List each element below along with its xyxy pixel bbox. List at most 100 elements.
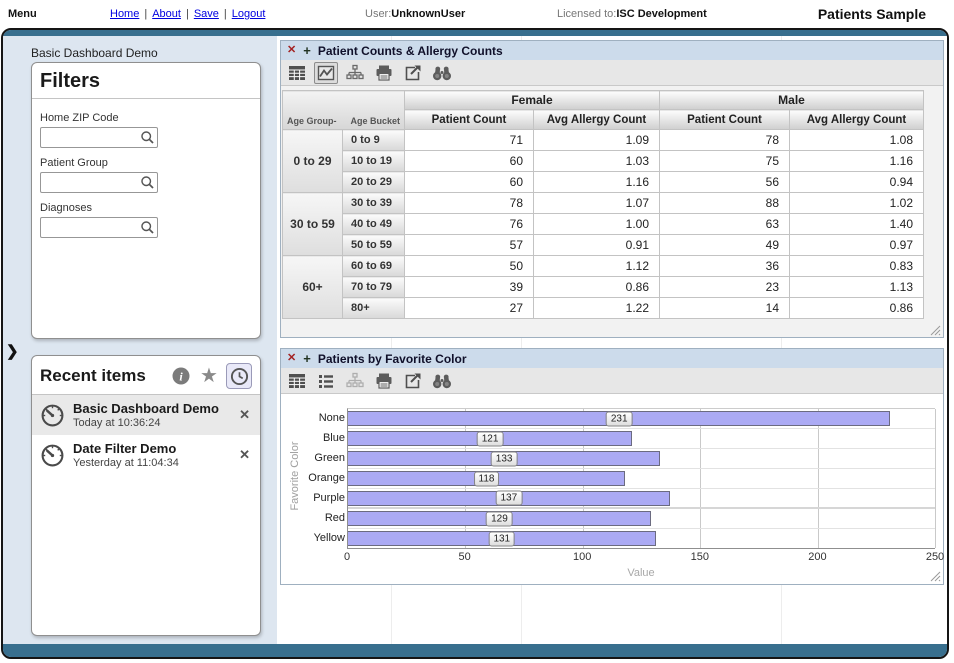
clock-icon[interactable] (226, 363, 252, 389)
value-cell: 23 (660, 277, 790, 298)
hierarchy-icon[interactable] (343, 370, 367, 392)
value-cell: 78 (660, 130, 790, 151)
value-cell: 75 (660, 151, 790, 172)
x-tick-label: 100 (573, 551, 591, 563)
search-icon[interactable] (139, 219, 156, 236)
license-value: ISC Development (616, 8, 706, 20)
widget-toolbar (281, 60, 943, 86)
x-tick-label: 50 (458, 551, 470, 563)
age-bucket-cell: 70 to 79 (343, 277, 405, 298)
value-cell: 36 (660, 256, 790, 277)
age-group-header: Age Group- (287, 116, 337, 126)
gauge-icon (40, 443, 65, 468)
table-row: 80+271.22140.86 (283, 298, 924, 319)
widget-patients-by-color: ✕ + Patients by Favorite Color Favorite … (280, 348, 944, 585)
age-bucket-cell: 10 to 19 (343, 151, 405, 172)
chart-row: 121 (348, 429, 935, 449)
recent-item-time: Yesterday at 11:04:34 (73, 457, 229, 469)
chart-row: 131 (348, 529, 935, 549)
widget-title: Patients by Favorite Color (318, 352, 467, 366)
age-bucket-cell: 50 to 59 (343, 235, 405, 256)
widget-header: ✕ + Patient Counts & Allergy Counts (281, 41, 943, 60)
sidebar: Basic Dashboard Demo Filters Home ZIP Co… (3, 36, 277, 644)
close-icon[interactable]: ✕ (287, 353, 296, 364)
chart-row: 118 (348, 469, 935, 489)
category-label: Blue (295, 428, 345, 448)
hierarchy-icon[interactable] (343, 62, 367, 84)
printer-icon[interactable] (372, 370, 396, 392)
about-link[interactable]: About (152, 8, 181, 20)
dashboard-canvas: ✕ + Patient Counts & Allergy Counts Age … (277, 36, 947, 644)
dashboard-frame: Basic Dashboard Demo Filters Home ZIP Co… (1, 28, 949, 659)
category-label: Red (295, 508, 345, 528)
remove-item-icon[interactable]: ✕ (237, 447, 252, 463)
sidebar-expand-chevron-icon[interactable]: ❯ (6, 342, 19, 360)
home-link[interactable]: Home (110, 8, 139, 20)
export-icon[interactable] (401, 370, 425, 392)
value-cell: 78 (405, 193, 534, 214)
add-icon[interactable]: + (303, 352, 311, 365)
value-cell: 1.08 (790, 130, 924, 151)
chart-x-axis-ticks: 050100150200250 (347, 551, 935, 565)
line-chart-icon[interactable] (314, 62, 338, 84)
remove-item-icon[interactable]: ✕ (237, 407, 252, 423)
x-tick-label: 0 (344, 551, 350, 563)
x-tick-label: 250 (926, 551, 944, 563)
resize-handle[interactable] (930, 325, 941, 336)
value-cell: 88 (660, 193, 790, 214)
binoculars-icon[interactable] (430, 370, 454, 392)
menu-button[interactable]: Menu (8, 8, 37, 20)
bar-value-label: 121 (477, 431, 504, 446)
value-cell: 0.94 (790, 172, 924, 193)
column-header: Patient Count (405, 110, 534, 130)
list-icon[interactable] (314, 370, 338, 392)
search-icon[interactable] (139, 129, 156, 146)
recent-item[interactable]: Date Filter Demo Yesterday at 11:04:34 ✕ (32, 435, 260, 475)
filters-title: Filters (40, 70, 100, 93)
column-header: Avg Allergy Count (534, 110, 660, 130)
category-label: Yellow (295, 528, 345, 548)
value-cell: 27 (405, 298, 534, 319)
binoculars-icon[interactable] (430, 62, 454, 84)
save-link[interactable]: Save (194, 8, 219, 20)
value-cell: 1.40 (790, 214, 924, 235)
logout-link[interactable]: Logout (232, 8, 266, 20)
table-icon[interactable] (285, 370, 309, 392)
value-cell: 60 (405, 172, 534, 193)
column-group-female: Female (405, 91, 660, 110)
chart-row: 137 (348, 489, 935, 509)
recent-items-title: Recent items (40, 366, 170, 386)
add-icon[interactable]: + (303, 44, 311, 57)
widget-title: Patient Counts & Allergy Counts (318, 44, 503, 58)
x-tick-label: 150 (691, 551, 709, 563)
dashboard-name: Basic Dashboard Demo (31, 46, 158, 60)
info-icon[interactable]: i (170, 365, 192, 387)
age-bucket-cell: 30 to 39 (343, 193, 405, 214)
filter-label-home-zip: Home ZIP Code (40, 112, 252, 124)
resize-handle[interactable] (930, 571, 941, 582)
filters-panel: Filters Home ZIP Code Patient Group Diag… (31, 62, 261, 339)
diagnoses-field (40, 217, 158, 238)
printer-icon[interactable] (372, 62, 396, 84)
bar-value-label: 118 (474, 471, 500, 486)
user-value: UnknownUser (391, 8, 465, 20)
close-icon[interactable]: ✕ (287, 45, 296, 56)
star-icon[interactable]: ★ (198, 365, 220, 387)
recent-item-time: Today at 10:36:24 (73, 417, 229, 429)
link-separator: | (144, 8, 147, 20)
value-cell: 1.09 (534, 130, 660, 151)
widget-patient-counts: ✕ + Patient Counts & Allergy Counts Age … (280, 40, 944, 338)
age-group-cell: 0 to 29 (283, 130, 343, 193)
filter-label-patient-group: Patient Group (40, 157, 252, 169)
search-icon[interactable] (139, 174, 156, 191)
table-row: 60+60 to 69501.12360.83 (283, 256, 924, 277)
recent-item[interactable]: Basic Dashboard Demo Today at 10:36:24 ✕ (32, 395, 260, 435)
table-icon[interactable] (285, 62, 309, 84)
value-cell: 76 (405, 214, 534, 235)
bar-value-label: 137 (495, 491, 522, 506)
frame-bottom-bar (3, 644, 947, 657)
age-group-cell: 60+ (283, 256, 343, 319)
widget-toolbar (281, 368, 943, 394)
top-bar: Menu Home|About|Save|Logout User:Unknown… (0, 0, 954, 28)
export-icon[interactable] (401, 62, 425, 84)
